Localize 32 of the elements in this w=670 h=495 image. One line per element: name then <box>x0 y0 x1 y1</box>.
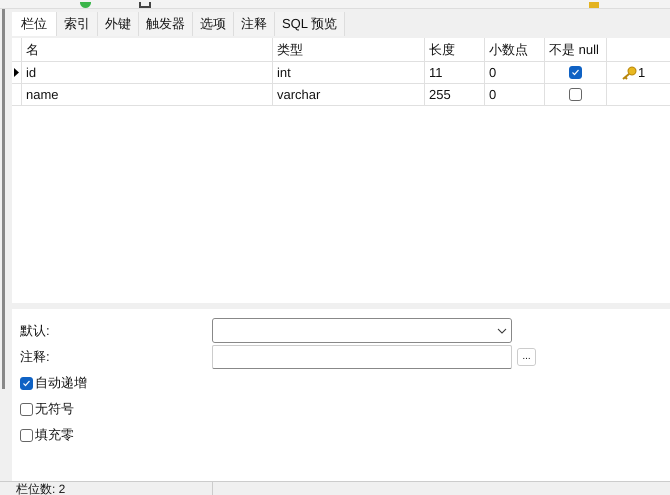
table-cell-text: 0 <box>489 86 496 104</box>
key-order: 1 <box>638 64 646 82</box>
table-cell-text: 11 <box>429 64 442 82</box>
table-cell-text: 255 <box>429 86 451 104</box>
column-header: 不是 null <box>549 40 599 59</box>
column-header: 类型 <box>277 40 303 59</box>
option-checkbox[interactable] <box>20 376 33 390</box>
option-label: 自动递增 <box>35 374 87 392</box>
chevron-down-icon <box>497 328 507 334</box>
column-header: 长度 <box>429 40 455 59</box>
checkmark-icon <box>571 68 580 77</box>
default-dropdown[interactable] <box>212 318 512 343</box>
table-cell-text: int <box>277 64 291 82</box>
tab[interactable]: 栏位 <box>12 12 57 36</box>
option-label: 无符号 <box>35 400 74 418</box>
column-header: 名 <box>26 40 39 59</box>
option-checkbox[interactable] <box>20 402 33 416</box>
field-label: 注释: <box>20 348 51 366</box>
field-label: 默认: <box>20 322 51 340</box>
status-text: 栏位数: 2 <box>16 482 66 495</box>
table-cell-text: varchar <box>277 86 320 104</box>
comment-field[interactable] <box>212 345 512 369</box>
option-label: 填充零 <box>35 426 74 444</box>
not-null-checkbox[interactable] <box>569 88 582 101</box>
column-header: 小数点 <box>489 40 528 59</box>
ellipsis-button[interactable]: ... <box>517 348 536 366</box>
table-cell-text: name <box>26 86 59 104</box>
not-null-checkbox[interactable] <box>569 66 582 79</box>
table-cell-text: id <box>26 64 36 82</box>
checkmark-icon <box>22 378 31 388</box>
option-checkbox[interactable] <box>20 428 33 442</box>
table-cell-text: 0 <box>489 64 496 82</box>
